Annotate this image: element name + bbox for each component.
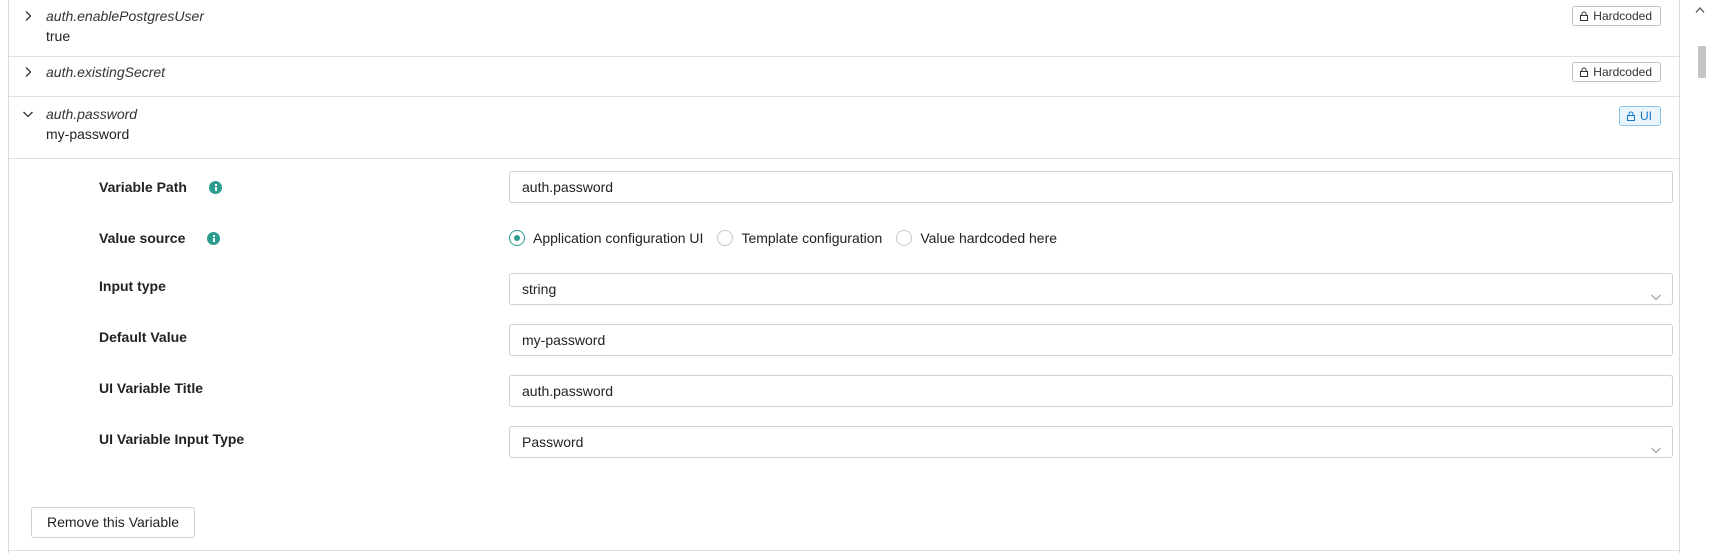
- field-label-text: Variable Path: [99, 179, 187, 195]
- field-label-text: UI Variable Title: [99, 380, 204, 396]
- remove-variable-button[interactable]: Remove this Variable: [31, 507, 196, 538]
- chevron-right-icon[interactable]: [22, 66, 34, 78]
- variable-row-value: true: [46, 28, 71, 44]
- chevron-right-icon[interactable]: [22, 10, 34, 22]
- variable-details: Variable Path auth.password Value source…: [9, 159, 1679, 551]
- lock-icon: [1580, 11, 1589, 21]
- scroll-up-arrow-icon[interactable]: [1695, 0, 1705, 13]
- radio-label: Application configuration UI: [533, 230, 704, 246]
- field-value-source: Value source Application configuration U…: [9, 222, 1679, 254]
- select-value: Password: [522, 434, 584, 450]
- field-label-text: UI Variable Input Type: [99, 431, 245, 447]
- radio-dot[interactable]: [717, 230, 734, 246]
- variable-row-title: auth.enablePostgresUser: [46, 8, 204, 24]
- radio-template-configuration[interactable]: Template configuration: [717, 230, 882, 246]
- radio-value-hardcoded-here[interactable]: Value hardcoded here: [896, 230, 1057, 246]
- field-label: Variable Path: [99, 179, 222, 195]
- radio-application-configuration-ui[interactable]: Application configuration UI: [509, 230, 703, 246]
- variables-panel: auth.enablePostgresUser true Hardcoded a…: [8, 0, 1680, 553]
- info-icon[interactable]: [207, 231, 221, 245]
- field-ui-variable-title: UI Variable Title auth.password: [9, 375, 1679, 407]
- ui-badge: UI: [1619, 106, 1661, 126]
- variable-row-enable-postgres-user[interactable]: auth.enablePostgresUser true Hardcoded: [9, 0, 1679, 57]
- hardcoded-badge: Hardcoded: [1572, 6, 1661, 26]
- radio-dot-selected[interactable]: [509, 230, 525, 246]
- variable-row-title: auth.password: [46, 106, 138, 122]
- chevron-down-icon: [1650, 436, 1662, 454]
- badge-label: Hardcoded: [1593, 9, 1652, 23]
- badge-label: Hardcoded: [1593, 65, 1652, 79]
- select-value: string: [522, 281, 557, 297]
- chevron-down-icon[interactable]: [22, 108, 34, 120]
- chevron-down-icon: [1650, 283, 1662, 301]
- lock-icon: [1627, 111, 1635, 121]
- radio-dot[interactable]: [896, 230, 913, 246]
- field-label: Input type: [99, 278, 166, 294]
- ui-variable-title-input[interactable]: auth.password: [509, 375, 1673, 407]
- radio-label: Template configuration: [741, 230, 883, 246]
- variable-row-password[interactable]: auth.password my-password UI: [9, 97, 1679, 159]
- field-label: Value source: [99, 230, 221, 246]
- ui-variable-input-type-select[interactable]: Password: [509, 426, 1673, 458]
- field-label: Default Value: [99, 329, 187, 345]
- field-label: UI Variable Title: [99, 380, 203, 396]
- field-label-text: Input type: [99, 278, 166, 294]
- info-icon[interactable]: [208, 180, 222, 194]
- field-label-text: Default Value: [99, 329, 187, 345]
- badge-label: UI: [1640, 109, 1652, 123]
- input-type-select[interactable]: string: [509, 273, 1673, 305]
- field-variable-path: Variable Path auth.password: [9, 171, 1679, 203]
- field-label-text: Value source: [99, 230, 186, 246]
- lock-icon: [1580, 67, 1589, 77]
- field-ui-variable-input-type: UI Variable Input Type Password: [9, 426, 1679, 458]
- field-input-type: Input type string: [9, 273, 1679, 305]
- hardcoded-badge: Hardcoded: [1572, 62, 1661, 82]
- scrollbar[interactable]: [1688, 0, 1712, 553]
- variable-path-input[interactable]: auth.password: [509, 171, 1673, 203]
- variable-row-title: auth.existingSecret: [46, 64, 166, 80]
- variable-row-existing-secret[interactable]: auth.existingSecret Hardcoded: [9, 57, 1679, 97]
- radio-label: Value hardcoded here: [920, 230, 1058, 246]
- field-label: UI Variable Input Type: [99, 431, 244, 447]
- field-default-value: Default Value my-password: [9, 324, 1679, 356]
- variable-row-value: my-password: [46, 126, 130, 142]
- default-value-input[interactable]: my-password: [509, 324, 1673, 356]
- scrollbar-thumb[interactable]: [1698, 46, 1706, 78]
- value-source-radio-group: Application configuration UI Template co…: [509, 222, 1071, 254]
